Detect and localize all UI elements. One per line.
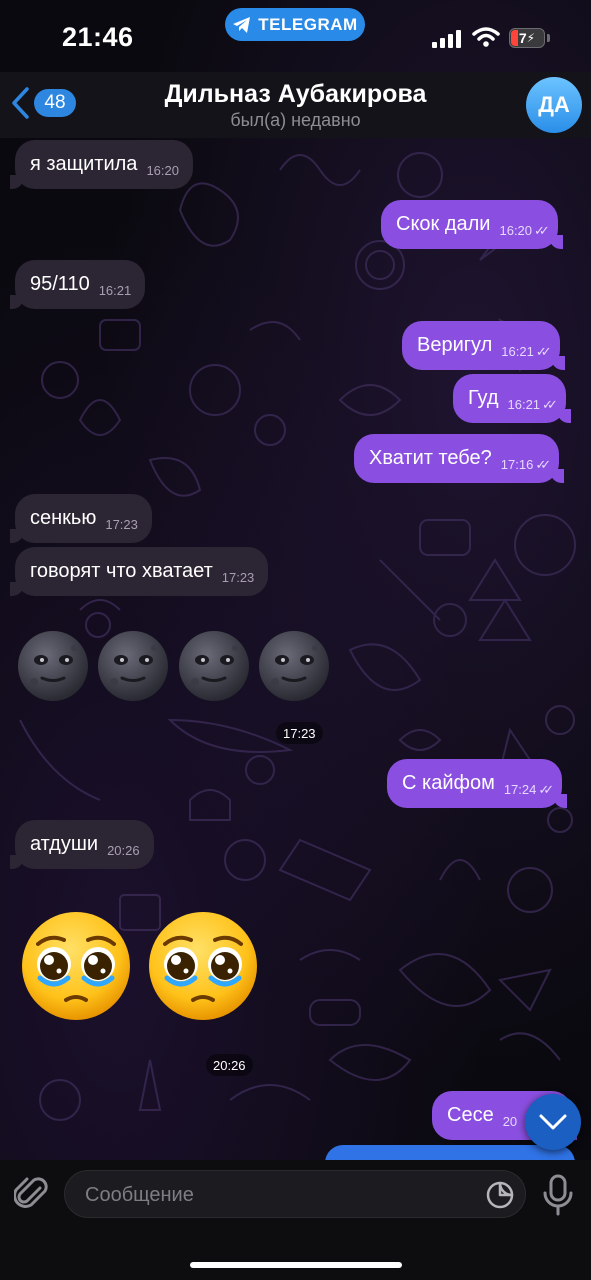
message-text: Хватит тебе?	[369, 447, 492, 469]
home-indicator[interactable]	[190, 1262, 402, 1268]
message-text: Гуд	[468, 387, 499, 409]
message-text: Веригул	[417, 334, 493, 356]
pleading-face-icon	[22, 908, 263, 1028]
message-text: говорят что хватает	[30, 560, 213, 582]
telegram-pill[interactable]: TELEGRAM	[225, 8, 365, 41]
status-bar: 21:46 TELEGRAM 7 ⚡	[0, 0, 591, 72]
message-field[interactable]	[64, 1170, 526, 1219]
message-text: Сесе	[447, 1104, 494, 1126]
message-time: 16:20	[146, 163, 179, 178]
scroll-to-bottom-button[interactable]	[525, 1094, 581, 1150]
sticker-icon[interactable]	[485, 1180, 515, 1210]
message-time: 16:20	[499, 223, 533, 238]
message-incoming[interactable]: говорят что хватает 17:23	[9, 547, 269, 596]
chat-title[interactable]: Дильназ Аубакирова	[0, 80, 591, 109]
new-moon-face-icon	[18, 629, 331, 703]
message-time: 20:26	[206, 1054, 253, 1076]
message-incoming[interactable]: сенкью 17:23	[10, 494, 152, 543]
message-time: 16:21	[98, 283, 132, 298]
message-outgoing[interactable]: С кайфом 17:24 ✓✓	[387, 759, 568, 808]
message-text: Скок дали	[396, 213, 491, 235]
read-ticks-icon: ✓✓	[534, 222, 550, 238]
message-outgoing[interactable]: Веригул 16:21 ✓✓	[402, 321, 565, 370]
battery-level: 7	[518, 30, 527, 46]
message-time: 17:23	[276, 722, 323, 744]
message-text: я защитила	[30, 153, 138, 175]
read-ticks-icon: ✓✓	[542, 396, 558, 412]
message-time: 17:24	[503, 782, 537, 797]
message-outgoing[interactable]: Хватит тебе? 17:16 ✓✓	[354, 434, 565, 483]
message-outgoing[interactable]: Скок дали 16:20 ✓✓	[381, 200, 563, 249]
clock: 21:46	[62, 22, 134, 52]
emoji-message[interactable]	[18, 908, 263, 1028]
message-time: 20	[502, 1114, 518, 1129]
message-text: сенкью	[30, 507, 97, 529]
composer-bar	[0, 1160, 591, 1280]
battery-tip	[547, 34, 550, 42]
message-text: 95/110	[30, 273, 90, 295]
read-ticks-icon: ✓✓	[535, 456, 551, 472]
message-incoming[interactable]: 95/110 16:21	[9, 260, 146, 309]
message-outgoing[interactable]: Гуд 16:21 ✓✓	[453, 374, 571, 423]
wifi-icon	[472, 27, 500, 47]
read-ticks-icon: ✓✓	[538, 781, 554, 797]
battery-icon: 7 ⚡	[509, 28, 545, 48]
message-text: атдуши	[30, 833, 99, 855]
signal-icon	[432, 30, 461, 48]
chevron-down-icon	[539, 1114, 567, 1130]
message-time: 16:21	[501, 344, 534, 359]
message-text: С кайфом	[402, 772, 495, 794]
message-time: 17:16	[500, 457, 534, 472]
telegram-icon	[233, 16, 251, 33]
chat-header: 48 Дильназ Аубакирова был(а) недавно ДА	[0, 72, 591, 138]
message-time: 17:23	[105, 517, 138, 532]
avatar[interactable]: ДА	[526, 77, 582, 133]
read-ticks-icon: ✓✓	[535, 343, 552, 359]
message-incoming[interactable]: атдуши 20:26	[10, 820, 154, 869]
mic-icon[interactable]	[540, 1174, 576, 1216]
telegram-pill-label: TELEGRAM	[258, 14, 358, 34]
message-incoming[interactable]: я защитила 16:20	[10, 140, 193, 189]
attach-icon[interactable]	[14, 1174, 50, 1214]
message-time: 16:21	[507, 397, 541, 412]
last-seen-status: был(а) недавно	[230, 110, 361, 130]
emoji-message[interactable]	[16, 629, 336, 710]
message-time: 17:23	[221, 570, 255, 585]
message-input[interactable]	[83, 1171, 467, 1219]
message-time: 20:26	[107, 843, 140, 858]
